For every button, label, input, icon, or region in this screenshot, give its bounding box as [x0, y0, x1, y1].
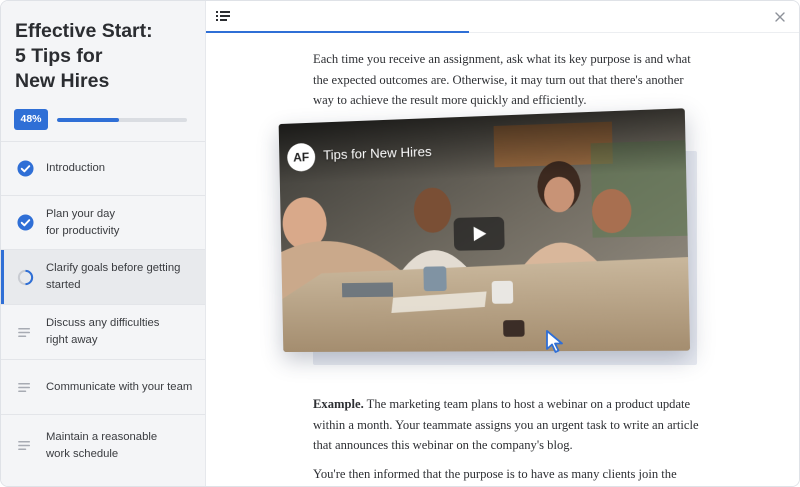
lesson-item-communicate[interactable]: Communicate with your team	[1, 359, 205, 414]
lines-icon	[17, 437, 34, 454]
lesson-label: Communicate with your team	[46, 379, 192, 396]
progress-ring-icon	[17, 269, 34, 286]
lesson-label: Maintain a reasonable work schedule	[46, 429, 157, 463]
lesson-item-plan-your-day[interactable]: Plan your day for productivity	[1, 195, 205, 249]
progress-bar	[57, 118, 187, 122]
lines-icon	[17, 379, 34, 396]
video-player[interactable]: AF Tips for New Hires	[279, 108, 690, 352]
example-text: The marketing team plans to host a webin…	[313, 397, 699, 452]
lesson-content: Each time you receive an assignment, ask…	[206, 1, 800, 487]
play-button[interactable]	[454, 217, 505, 251]
check-circle-icon	[17, 160, 34, 177]
paragraph: You're then informed that the purpose is…	[313, 464, 705, 487]
reading-progress-indicator	[206, 31, 469, 33]
lesson-label: Plan your day for productivity	[46, 206, 119, 240]
progress-badge: 48%	[14, 109, 48, 130]
close-icon[interactable]	[773, 10, 787, 24]
course-sidebar: Effective Start: 5 Tips for New Hires 48…	[1, 1, 206, 487]
course-title: Effective Start: 5 Tips for New Hires	[15, 19, 195, 94]
paragraph: Each time you receive an assignment, ask…	[313, 49, 705, 111]
lesson-item-clarify-goals[interactable]: Clarify goals before getting started	[1, 249, 205, 304]
lesson-item-introduction[interactable]: Introduction	[1, 141, 205, 195]
example-paragraph: Example. The marketing team plans to hos…	[313, 394, 705, 456]
lesson-label: Clarify goals before getting started	[46, 260, 180, 294]
example-label: Example.	[313, 397, 364, 411]
lesson-label: Discuss any difficulties right away	[46, 315, 159, 349]
lesson-label: Introduction	[46, 160, 105, 177]
lines-icon	[17, 324, 34, 341]
top-bar	[206, 1, 800, 33]
lesson-item-discuss-difficulties[interactable]: Discuss any difficulties right away	[1, 304, 205, 359]
app-window: Effective Start: 5 Tips for New Hires 48…	[0, 0, 800, 487]
check-circle-icon	[17, 214, 34, 231]
list-icon[interactable]	[215, 8, 231, 24]
lesson-item-work-schedule[interactable]: Maintain a reasonable work schedule	[1, 414, 205, 476]
progress-bar-fill	[57, 118, 119, 122]
pointer-cursor-icon	[544, 329, 566, 355]
lesson-list: Introduction Plan your day for productiv…	[1, 141, 205, 476]
